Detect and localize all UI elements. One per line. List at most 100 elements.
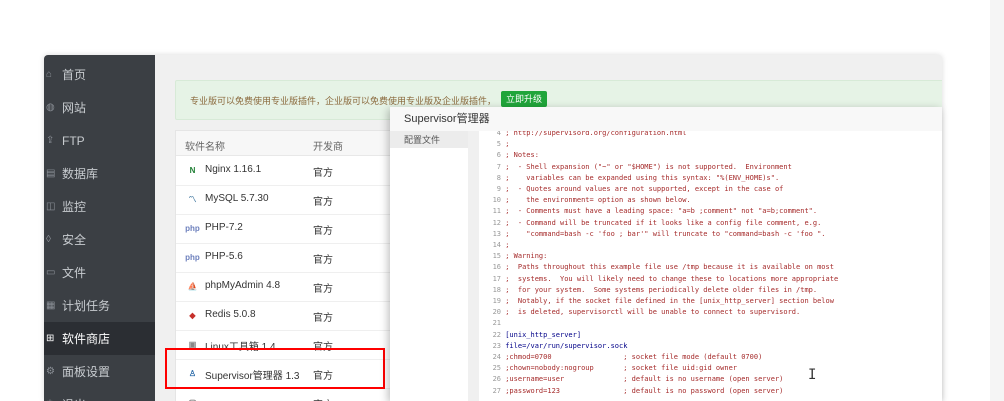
line-number: 4: [496, 131, 501, 137]
sidebar-item[interactable]: ▤ 数据库: [44, 157, 155, 190]
dialog-side-menu: 配置文件: [390, 131, 468, 401]
line-text: ; Warning:: [505, 252, 548, 261]
line-text: ; - Comments must have a leading space: …: [505, 207, 818, 216]
line-text: [unix_http_server]: [505, 330, 582, 339]
sidebar-item-label: 软件商店: [62, 332, 111, 346]
line-number: 25: [492, 364, 501, 373]
software-name: PHP-7.2: [205, 222, 243, 233]
folder-icon: ▭: [46, 267, 56, 278]
text-cursor-icon: I: [808, 367, 817, 383]
line-number: 23: [492, 341, 501, 350]
line-number: 18: [492, 285, 501, 294]
database-icon: ▤: [46, 168, 56, 179]
sidebar-item-label: 面板设置: [62, 365, 111, 379]
code-line: 13 ; "command=bash -c 'foo ; bar'" will …: [479, 229, 942, 239]
page-scrollbar[interactable]: [990, 0, 1004, 401]
developer: 官方: [313, 396, 333, 401]
line-text: ;chmod=0700 ; socket file mode (default …: [505, 353, 763, 361]
line-number: 13: [492, 229, 501, 238]
sidebar-item-label: 首页: [62, 68, 87, 82]
sidebar-item[interactable]: ⏻退出: [44, 388, 155, 401]
code-line: 16 ; Paths throughout this example file …: [479, 262, 942, 272]
sidebar-item[interactable]: ▦ 计划任务: [44, 289, 155, 322]
monitor-icon: ◫: [46, 201, 56, 212]
code-line: 19 ; Notably, if the socket file defined…: [479, 296, 942, 306]
upgrade-now-button[interactable]: 立即升级: [501, 91, 548, 107]
line-text: ; for your system. Some systems periodic…: [505, 285, 818, 294]
line-number: 17: [492, 274, 501, 283]
sidebar-item[interactable]: ⇪ FTP: [44, 124, 155, 157]
mysql-dolphin-icon: 〽: [188, 195, 197, 204]
supervisor-manager-dialog: Supervisor管理器 配置文件 4 ; http://supervisor…: [390, 107, 942, 401]
code-line: 20 ; is deleted, supervisorctl will be u…: [479, 307, 942, 317]
gear-icon: ⚙: [46, 366, 55, 377]
php-icon: php: [185, 224, 200, 233]
sidebar-item-label: 网站: [62, 101, 87, 115]
line-text: ; is deleted, supervisorctl will be unab…: [505, 308, 801, 317]
tab-config-file-label: 配置文件: [404, 135, 441, 145]
line-number: 24: [492, 353, 501, 361]
code-line: 7 ; - Shell expansion ("~" or "$HOME") i…: [479, 162, 942, 172]
header-software-name[interactable]: 软件名称: [185, 138, 225, 153]
code-line: 11 ; - Comments must have a leading spac…: [479, 206, 942, 216]
sidebar-item[interactable]: ◍ 网站: [44, 91, 155, 124]
software-name: Nginx 1.16.1: [205, 164, 262, 175]
line-text: ;chown=nobody:nogroup ; socket file uid:…: [505, 364, 738, 373]
dialog-divider: [468, 131, 479, 401]
sidebar-item[interactable]: ⌂ 首页: [44, 58, 155, 91]
line-number: 9: [496, 185, 501, 193]
sidebar-item[interactable]: ⚙ 面板设置: [44, 355, 155, 388]
line-number: 6: [496, 151, 501, 160]
sidebar-item[interactable]: ◊ 安全: [44, 223, 155, 256]
redis-icon: ◆: [189, 311, 196, 320]
home-icon: ⌂: [46, 69, 53, 80]
dialog-title: Supervisor管理器: [390, 107, 942, 131]
line-number: 26: [492, 375, 501, 384]
line-text: ; "command=bash -c 'foo ; bar'" will tru…: [505, 229, 826, 238]
sidebar-item[interactable]: ⊞ 软件商店: [44, 322, 155, 355]
calendar-icon: ▦: [46, 300, 56, 311]
developer: 官方: [313, 313, 333, 324]
line-text: ; Notably, if the socket file defined in…: [505, 297, 834, 305]
sidebar-item[interactable]: ◫ 监控: [44, 190, 155, 223]
sidebar: ⌂ 首页 ◍ 网站 ⇪ FTP ▤ 数据库 ◫ 监控 ◊ 安全 ▭ 文件 ▦ 计划任务 ⊞ 软件商店 ⚙ 面板设置 ⏻退…: [44, 55, 155, 401]
software-name: PHP-5.6: [205, 251, 243, 262]
line-number: 20: [492, 308, 501, 317]
line-text: ;password=123 ; default is no password (…: [505, 386, 784, 395]
line-text: ; Notes:: [505, 151, 539, 160]
developer: 官方: [313, 168, 333, 179]
line-text: ; Paths throughout this example file use…: [505, 263, 834, 272]
code-line: 17 ; systems. You will likely need to ch…: [479, 274, 942, 284]
sidebar-item-label: 文件: [62, 266, 87, 280]
line-text: file=/var/run/supervisor.sock: [505, 341, 628, 350]
line-number: 10: [492, 196, 501, 205]
sidebar-item[interactable]: ▭ 文件: [44, 256, 155, 289]
code-line: 5 ;: [479, 139, 942, 149]
phpmyadmin-icon: ⛵: [187, 282, 198, 291]
line-text: ; http://supervisord.org/configuration.h…: [505, 131, 687, 137]
line-text: ; - Shell expansion ("~" or "$HOME") is …: [505, 162, 792, 171]
software-name: Redis 5.0.8: [205, 309, 256, 320]
line-text: ; the environment= option as shown below…: [505, 196, 691, 205]
code-line: 8 ; variables can be expanded using this…: [479, 173, 942, 183]
code-line: 27 ;password=123 ; default is no passwor…: [479, 386, 942, 396]
developer: 官方: [313, 284, 333, 295]
header-developer[interactable]: 开发商: [313, 138, 343, 153]
sidebar-item-label: 数据库: [62, 167, 99, 181]
code-line: 14 ;: [479, 240, 942, 250]
code-line: 18 ; for your system. Some systems perio…: [479, 285, 942, 295]
app-icon: ▢: [185, 395, 200, 401]
code-line: 22 [unix_http_server]: [479, 330, 942, 340]
config-editor[interactable]: 4 ; http://supervisord.org/configuration…: [479, 131, 942, 401]
code-line: 15 ; Warning:: [479, 251, 942, 261]
line-number: 5: [496, 140, 501, 149]
line-number: 16: [492, 263, 501, 272]
developer: 官方: [313, 226, 333, 237]
line-number: 21: [492, 319, 501, 328]
sidebar-item-label: 退出: [62, 396, 86, 401]
code-line: 12 ; - Command will be truncated if it l…: [479, 218, 942, 228]
line-text: ; - Quotes around values are not support…: [505, 185, 784, 193]
line-text: ; systems. You will likely need to chang…: [505, 274, 839, 283]
upload-icon: ⇪: [46, 135, 55, 146]
software-name: phpMyAdmin 4.8: [205, 280, 281, 291]
